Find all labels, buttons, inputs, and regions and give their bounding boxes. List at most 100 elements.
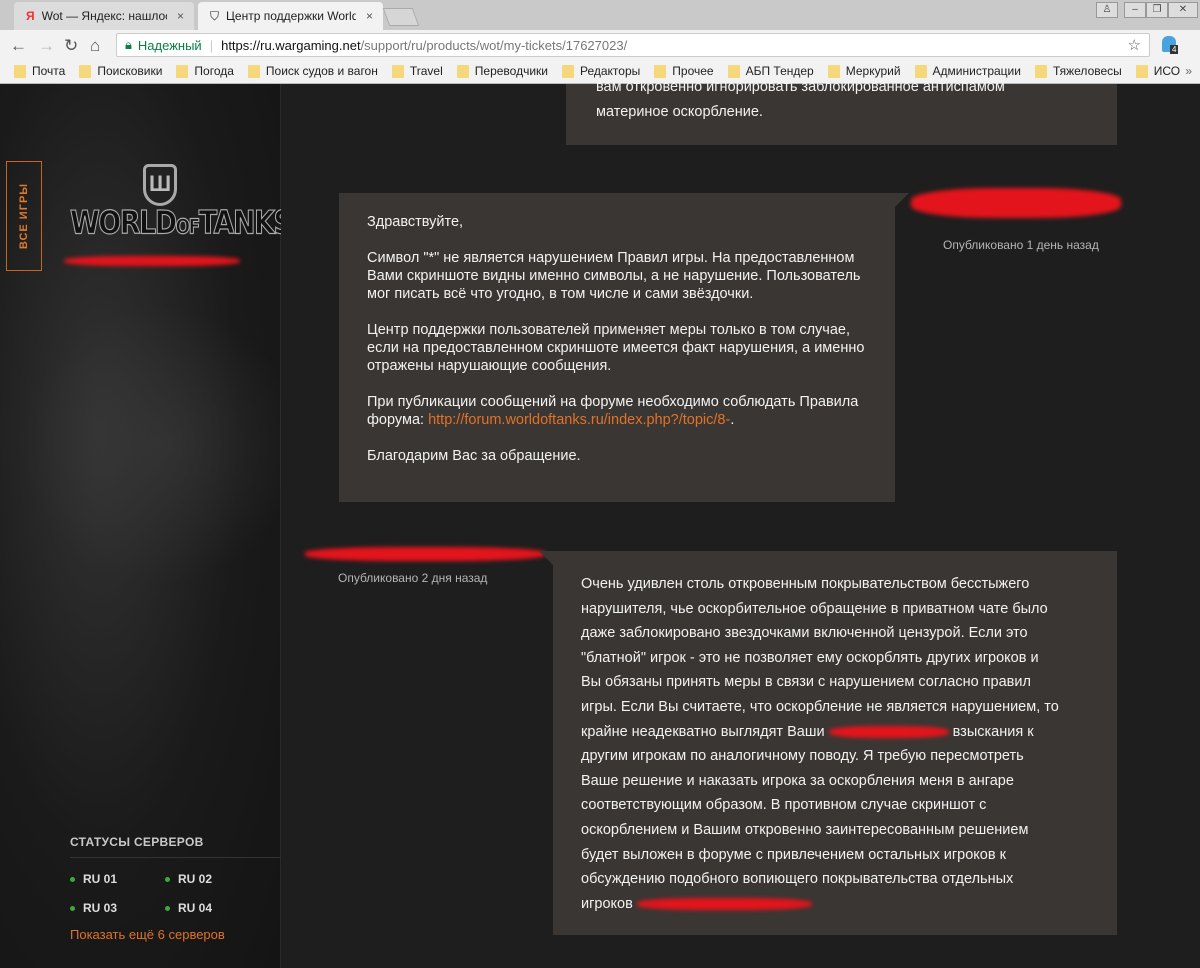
tab-yandex[interactable]: Я Wot — Яндекс: нашлось × [14, 2, 194, 30]
message-line: игроков [581, 892, 1089, 917]
bookmark[interactable]: Администрации [914, 64, 1021, 78]
user-message: Очень удивлен столь откровенным покрыват… [539, 551, 1117, 935]
message-line: Вы обязаны принять меры в связи с наруше… [581, 674, 1031, 691]
greeting: Здравствуйте, [367, 214, 464, 230]
message-line: материное оскорбление. [596, 104, 763, 120]
bookmark-label: Редакторы [579, 64, 641, 78]
previous-message: вам откровенно игнорировать заблокирован… [566, 79, 1117, 145]
bookmark[interactable]: Поисковики [79, 64, 162, 78]
folder-icon [176, 64, 189, 78]
message-line: вам откровенно игнорировать заблокирован… [596, 79, 1005, 95]
redacted-username [64, 256, 240, 266]
server-label: RU 03 [83, 901, 118, 915]
folder-icon [914, 64, 927, 78]
folder-icon [1034, 64, 1047, 78]
status-dot-icon [165, 876, 170, 882]
folder-icon [247, 64, 260, 78]
server-label: RU 01 [83, 872, 118, 886]
message-line: соответствующим образом. В противном слу… [581, 797, 987, 814]
more-bookmarks-button[interactable]: » [1185, 64, 1192, 78]
show-more-servers-link[interactable]: Показать ещё 6 серверов [70, 927, 225, 942]
home-icon[interactable]: ⌂ [90, 36, 100, 56]
secure-label: Надежный [137, 37, 202, 53]
status-dot-icon [70, 876, 75, 882]
extension-icon[interactable]: 4 [1162, 36, 1179, 54]
message-line: крайне неадекватно выглядят Ваши взыскан… [581, 720, 1089, 745]
close-icon[interactable]: × [366, 9, 373, 23]
folder-icon [654, 64, 667, 78]
forward-icon[interactable]: → [38, 36, 55, 56]
lock-icon: 🔒︎ [125, 37, 132, 52]
bookmark[interactable]: Почта [14, 64, 65, 78]
bookmark[interactable]: Меркурий [827, 64, 901, 78]
url-path: /support/ru/products/wot/my-tickets/1762… [360, 37, 628, 53]
paragraph: Благодарим Вас за обращение. [367, 448, 581, 464]
message-line: оскорблением и Вашим откровенно заинтере… [581, 821, 1029, 838]
message-line: Ваше решение и наказать игрока за оскорб… [581, 772, 1014, 789]
support-published-time: Опубликовано 1 день назад [943, 238, 1099, 252]
bookmark[interactable]: Переводчики [456, 64, 548, 78]
period: . [730, 412, 735, 428]
bookmark[interactable]: Редакторы [561, 64, 641, 78]
bookmark[interactable]: АБП Тендер [727, 64, 814, 78]
forum-rules-link[interactable]: http://forum.worldoftanks.ru/index.php?/… [428, 412, 730, 428]
world-of-tanks-logo[interactable]: Ш WORLDOFTANKS [70, 164, 293, 243]
bookmark[interactable]: Тяжеловесы [1034, 64, 1122, 78]
bookmark-label: Travel [409, 64, 443, 78]
wot-icon: ⛉ [210, 8, 220, 23]
sidebar: ВСЕ ИГРЫ Ш WORLDOFTANKS СТАТУСЫ СЕРВЕРОВ… [0, 84, 300, 968]
bookmark[interactable]: Прочее [654, 64, 714, 78]
restore-button[interactable]: ❐ [1146, 2, 1168, 18]
reload-icon[interactable]: ↻ [64, 36, 78, 56]
bookmark[interactable]: ИСО [1135, 64, 1181, 78]
server-ru01: RU 01 [70, 872, 117, 886]
browser-chrome: Я Wot — Яндекс: нашлось × ⛉ Центр поддержки… [0, 0, 1200, 84]
wot-shield-icon: Ш [143, 164, 177, 206]
bookmark[interactable]: Погода [176, 64, 234, 78]
bookmark[interactable]: Поиск судов и вагон [247, 64, 378, 78]
redacted-text [828, 725, 949, 738]
address-bar[interactable]: 🔒︎ Надежный | https://ru.wargaming.net/s… [116, 33, 1150, 57]
bookmark-label: Поиск судов и вагон [265, 64, 378, 78]
all-games-button[interactable]: ВСЕ ИГРЫ [6, 161, 42, 271]
bookmark-label: Меркурий [845, 64, 901, 78]
status-dot-icon [165, 905, 170, 911]
message-line: "блатной" игрок - это не позволяет ему о… [581, 649, 1039, 666]
back-icon[interactable]: ← [10, 36, 27, 56]
bookmark-star-icon[interactable]: ☆ [1128, 36, 1141, 54]
support-message: Здравствуйте, Символ "*" не является нар… [339, 193, 909, 502]
close-icon[interactable]: × [177, 9, 184, 23]
tab-support[interactable]: ⛉ Центр поддержки World × [198, 2, 383, 30]
address-row: ← → ↻ ⌂ 🔒︎ Надежный | https://ru.wargami… [0, 30, 1200, 60]
folder-icon [561, 64, 574, 78]
server-ru04: RU 04 [165, 901, 212, 915]
url-host: https://ru.wargaming.net [221, 37, 361, 53]
bookmark-label: Погода [194, 64, 234, 78]
tab-title: Wot — Яндекс: нашлось [41, 9, 167, 23]
message-line: даже заблокировано звездочками включенно… [581, 625, 1028, 642]
divider [70, 857, 281, 858]
all-games-label: ВСЕ ИГРЫ [18, 182, 30, 250]
folder-icon [79, 64, 92, 78]
bookmark-label: Поисковики [97, 64, 163, 78]
bookmark-label: Переводчики [474, 64, 548, 78]
bookmark[interactable]: Travel [391, 64, 443, 78]
minimize-button[interactable]: – [1124, 2, 1146, 18]
bookmark-label: АБП Тендер [745, 64, 814, 78]
message-line: обсуждению подобного вопиющего покрывате… [581, 871, 1014, 888]
message-line: Очень удивлен столь откровенным покрыват… [581, 576, 1030, 592]
close-window-button[interactable]: ✕ [1168, 2, 1198, 18]
bookmark-label: Почта [32, 64, 66, 78]
server-label: RU 04 [178, 901, 213, 915]
folder-icon [456, 64, 469, 78]
message-line: другим игрокам по аналогичному поводу. Я… [581, 748, 1024, 765]
message-line: нарушителя, чье оскорбительное обращение… [581, 600, 1048, 617]
folder-icon [727, 64, 740, 78]
paragraph: При публикации сообщений на форуме необх… [367, 393, 867, 429]
bookmark-label: ИСО [1153, 64, 1181, 78]
new-tab-button[interactable] [382, 8, 420, 26]
user-published-time: Опубликовано 2 дня назад [338, 571, 488, 585]
bookmark-label: Тяжеловесы [1052, 64, 1122, 78]
profile-icon[interactable]: ♙ [1096, 2, 1118, 18]
status-dot-icon [70, 905, 75, 911]
